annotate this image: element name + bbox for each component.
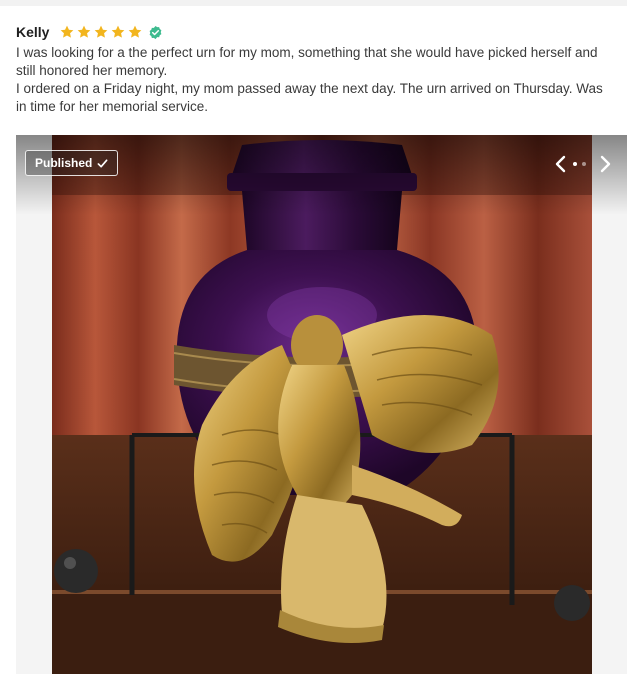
review-body: I was looking for a the perfect urn for …	[16, 44, 616, 116]
pagination-dot[interactable]	[582, 162, 586, 166]
review-header: Kelly	[16, 22, 163, 42]
published-label: Published	[35, 156, 93, 170]
next-photo-button[interactable]	[596, 153, 616, 175]
chevron-left-icon	[555, 155, 566, 173]
pagination-dot-active[interactable]	[573, 162, 577, 166]
star-icon	[112, 25, 125, 38]
star-icon	[129, 25, 142, 38]
review-text-line: I ordered on a Friday night, my mom pass…	[16, 81, 603, 114]
star-rating	[59, 24, 143, 40]
published-badge: Published	[25, 150, 119, 176]
star-icon	[61, 25, 74, 38]
chevron-right-icon	[600, 155, 611, 173]
review-photo[interactable]	[52, 135, 592, 674]
verified-check-icon	[150, 25, 162, 39]
checkmark-icon	[97, 158, 108, 168]
photo-pagination-dots	[573, 162, 586, 166]
previous-photo-button[interactable]	[550, 153, 570, 175]
review-photo-gallery[interactable]: Published	[16, 135, 627, 674]
top-divider	[0, 0, 627, 6]
star-icon	[78, 25, 91, 38]
reviewer-name: Kelly	[16, 24, 50, 40]
review-text-line: I was looking for a the perfect urn for …	[16, 45, 598, 78]
star-icon	[95, 25, 108, 38]
